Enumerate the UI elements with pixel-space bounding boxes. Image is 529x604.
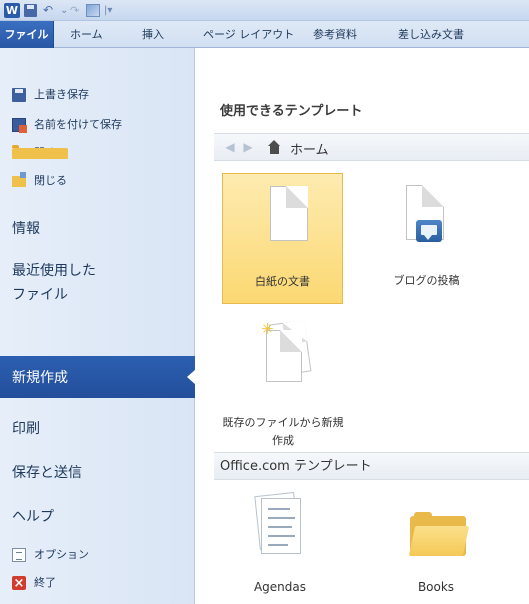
- office-template-books[interactable]: Books: [386, 488, 486, 600]
- home-icon[interactable]: [267, 140, 282, 155]
- office-template-books-label: Books: [417, 580, 455, 594]
- agenda-line: [268, 508, 290, 510]
- template-blank-label: 白紙の文書: [255, 275, 310, 288]
- title-bar: W ↶ ⌄ ↷ |▾: [0, 0, 529, 21]
- template-existing-label-2: 作成: [272, 434, 294, 447]
- menu-recent-line2[interactable]: ファイル: [0, 284, 195, 304]
- undo-icon[interactable]: ↶: [43, 3, 57, 18]
- word-app-icon[interactable]: W: [4, 3, 20, 18]
- office-templates-heading: Office.com テンプレート: [214, 452, 529, 480]
- menu-exit[interactable]: 終了: [0, 572, 195, 595]
- tab-file[interactable]: ファイル: [0, 21, 54, 48]
- blank-document-icon: [270, 186, 308, 241]
- quick-save-icon[interactable]: [24, 4, 37, 17]
- agenda-line: [268, 544, 288, 546]
- agenda-line: [268, 517, 295, 519]
- tab-home[interactable]: ホーム: [70, 21, 103, 48]
- menu-options-label: オプション: [34, 548, 89, 561]
- menu-info[interactable]: 情報: [0, 218, 195, 238]
- tab-insert[interactable]: 挿入: [142, 21, 164, 48]
- template-blog-post[interactable]: ブログの投稿: [366, 173, 487, 304]
- exit-icon: [12, 573, 26, 595]
- forward-arrow-icon[interactable]: ▶: [242, 141, 254, 153]
- template-existing-label-1: 既存のファイルから新規: [222, 416, 344, 429]
- menu-recent-line1[interactable]: 最近使用した: [0, 260, 195, 280]
- menu-print[interactable]: 印刷: [0, 418, 195, 438]
- agenda-line: [268, 526, 292, 528]
- undo-dropdown-icon[interactable]: ⌄: [60, 3, 68, 18]
- save-icon: [12, 88, 26, 102]
- menu-save-send[interactable]: 保存と送信: [0, 462, 195, 482]
- office-template-agendas-label: Agendas: [253, 580, 307, 594]
- menu-close[interactable]: 閉じる: [0, 170, 195, 192]
- options-icon: [12, 548, 26, 562]
- close-file-icon: [12, 172, 26, 187]
- template-blank-document[interactable]: 白紙の文書: [222, 173, 343, 304]
- available-templates-heading: 使用できるテンプレート: [220, 104, 363, 119]
- books-folder-icon: [408, 512, 470, 556]
- menu-close-label: 閉じる: [34, 174, 67, 187]
- agenda-icon: [261, 498, 301, 554]
- backstage-nav: 上書き保存 名前を付けて保存 開く 閉じる 情報 最近使用した ファイル 新規作…: [0, 48, 196, 604]
- menu-help[interactable]: ヘルプ: [0, 506, 195, 526]
- insert-picture-icon[interactable]: [86, 4, 100, 17]
- menu-open[interactable]: 開く: [0, 142, 195, 164]
- menu-options[interactable]: オプション: [0, 544, 195, 566]
- back-arrow-icon[interactable]: ◀: [224, 141, 236, 153]
- new-document-pane: 使用できるテンプレート ◀ ▶ ホーム 白紙の文書 ブログの投稿 ✳ 既存のファ…: [196, 48, 529, 604]
- save-as-icon: [12, 118, 27, 133]
- menu-exit-label: 終了: [34, 576, 56, 589]
- template-nav-bar: ◀ ▶ ホーム: [214, 133, 529, 161]
- agenda-line: [268, 535, 295, 537]
- new-sparkle-icon: ✳: [261, 320, 274, 338]
- tab-mailings[interactable]: 差し込み文書: [398, 21, 464, 48]
- home-breadcrumb[interactable]: ホーム: [290, 139, 329, 158]
- blog-post-icon: [416, 220, 442, 242]
- open-folder-icon: [12, 145, 68, 159]
- menu-save-as[interactable]: 名前を付けて保存: [0, 114, 195, 136]
- menu-new[interactable]: 新規作成: [0, 367, 195, 387]
- ribbon-tabs: ファイル ホーム 挿入 ページ レイアウト 参考資料 差し込み文書: [0, 21, 529, 48]
- menu-save[interactable]: 上書き保存: [0, 84, 195, 106]
- template-new-from-existing[interactable]: ✳ 既存のファイルから新規 作成: [218, 310, 348, 450]
- redo-icon[interactable]: ↷: [70, 3, 82, 18]
- office-template-agendas[interactable]: Agendas: [230, 488, 330, 600]
- menu-save-label: 上書き保存: [34, 88, 89, 101]
- customize-toolbar-icon[interactable]: |▾: [104, 3, 114, 18]
- template-blog-label: ブログの投稿: [393, 274, 460, 287]
- tab-page-layout[interactable]: ページ レイアウト: [203, 21, 294, 48]
- menu-save-as-label: 名前を付けて保存: [34, 118, 122, 131]
- tab-references[interactable]: 参考資料: [313, 21, 357, 48]
